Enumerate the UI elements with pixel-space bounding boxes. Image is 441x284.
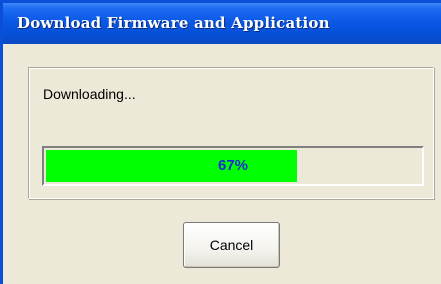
cancel-button[interactable]: Cancel xyxy=(183,222,280,268)
download-dialog: Download Firmware and Application Downlo… xyxy=(0,0,441,284)
title-bar[interactable]: Download Firmware and Application xyxy=(3,3,441,44)
download-status-group: Downloading... 67% xyxy=(28,67,434,199)
status-label: Downloading... xyxy=(43,86,136,102)
dialog-title: Download Firmware and Application xyxy=(17,14,330,32)
download-progress-bar: 67% xyxy=(42,146,424,186)
progress-percent: 67% xyxy=(217,157,249,174)
